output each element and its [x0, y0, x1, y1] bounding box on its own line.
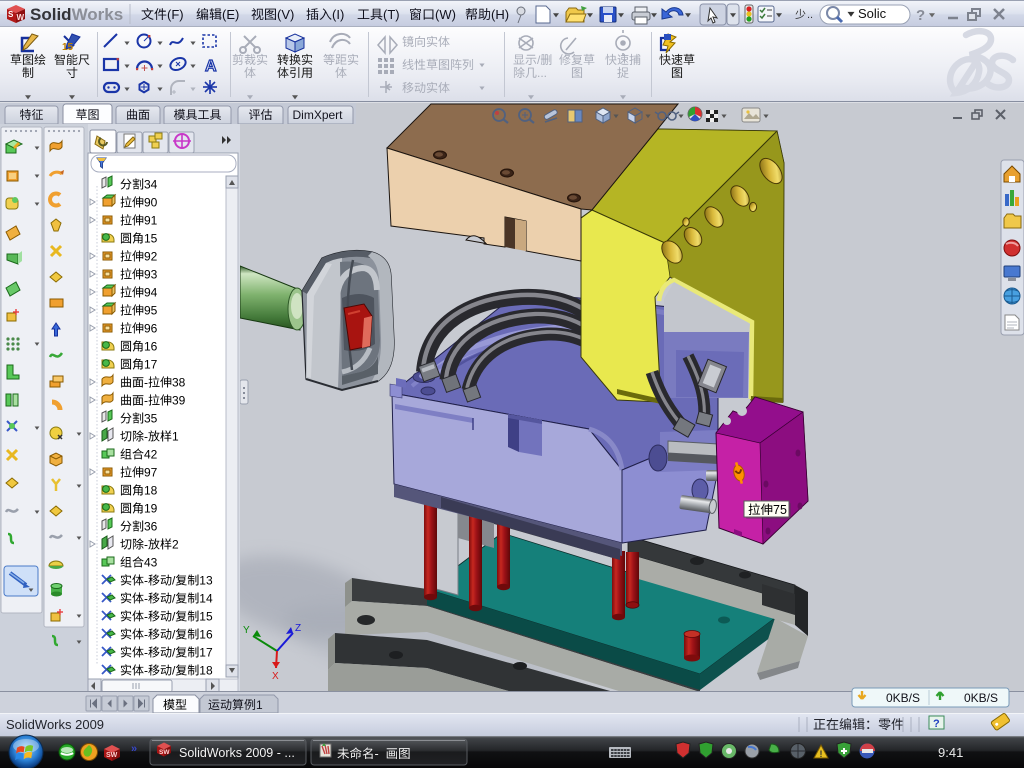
svg-text:97: 97 — [144, 466, 158, 480]
svg-text:1: 1 — [256, 698, 263, 712]
svg-text:DimXpert: DimXpert — [293, 108, 344, 122]
svg-text:9:41: 9:41 — [938, 745, 963, 760]
svg-text:14: 14 — [199, 592, 213, 606]
svg-text:(W): (W) — [435, 7, 456, 22]
svg-text:15: 15 — [62, 42, 74, 53]
svg-text:0KB/S: 0KB/S — [886, 691, 920, 705]
svg-text:17: 17 — [144, 358, 158, 372]
svg-text:-: - — [144, 628, 148, 642]
svg-text:S: S — [8, 10, 14, 19]
svg-text:16: 16 — [199, 628, 213, 642]
svg-text:A: A — [205, 58, 217, 75]
svg-text:91: 91 — [144, 214, 158, 228]
svg-text:-: - — [144, 394, 148, 408]
svg-text:..: .. — [807, 9, 813, 21]
svg-text:43: 43 — [144, 556, 158, 570]
svg-text:SolidWorks: SolidWorks — [30, 5, 123, 24]
svg-text:95: 95 — [144, 304, 158, 318]
svg-text:1: 1 — [172, 430, 179, 444]
svg-text:17: 17 — [199, 646, 213, 660]
svg-text:92: 92 — [144, 250, 158, 264]
svg-text:-: - — [144, 592, 148, 606]
svg-text:0KB/S: 0KB/S — [964, 691, 998, 705]
svg-text:39: 39 — [172, 394, 186, 408]
svg-text:(E): (E) — [222, 7, 239, 22]
svg-text:18: 18 — [199, 664, 213, 678]
svg-text:-: - — [144, 430, 148, 444]
svg-text:(T): (T) — [383, 7, 400, 22]
svg-text:Z: Z — [295, 623, 301, 634]
svg-text:35: 35 — [144, 412, 158, 426]
svg-text:W: W — [17, 13, 25, 22]
svg-text:SolidWorks 2009: SolidWorks 2009 — [6, 717, 104, 732]
svg-text:!: ! — [820, 749, 823, 759]
svg-text:SW: SW — [106, 752, 118, 759]
svg-text:15: 15 — [199, 610, 213, 624]
svg-text:?: ? — [933, 718, 940, 730]
svg-text:Solic: Solic — [858, 6, 887, 21]
svg-text:96: 96 — [144, 322, 158, 336]
svg-text:34: 34 — [144, 178, 158, 192]
svg-text:X: X — [272, 671, 279, 682]
svg-text:»: » — [131, 743, 137, 755]
svg-text:...: ... — [537, 66, 547, 80]
svg-text:少: 少 — [795, 8, 806, 21]
svg-text:-: - — [144, 538, 148, 552]
svg-text:93: 93 — [144, 268, 158, 282]
svg-text:(V): (V) — [277, 7, 294, 22]
svg-text:(H): (H) — [491, 7, 509, 22]
svg-text:(F): (F) — [167, 7, 184, 22]
svg-text:-: - — [144, 664, 148, 678]
svg-text:Y: Y — [243, 625, 250, 636]
svg-text:-: - — [144, 610, 148, 624]
svg-text:SolidWorks 2009 - ...: SolidWorks 2009 - ... — [179, 746, 295, 760]
svg-text:13: 13 — [199, 574, 213, 588]
svg-text:15: 15 — [144, 232, 158, 246]
svg-text:SW: SW — [159, 749, 170, 756]
svg-text:(I): (I) — [332, 7, 344, 22]
svg-text:-: - — [144, 646, 148, 660]
svg-text:75: 75 — [773, 503, 787, 517]
svg-text:18: 18 — [144, 484, 158, 498]
svg-text:42: 42 — [144, 448, 158, 462]
svg-text:19: 19 — [144, 502, 158, 516]
svg-text:2: 2 — [172, 538, 179, 552]
svg-text:16: 16 — [144, 340, 158, 354]
svg-text:?: ? — [916, 7, 925, 24]
svg-text:-: - — [144, 574, 148, 588]
svg-text:94: 94 — [144, 286, 158, 300]
svg-text:38: 38 — [172, 376, 186, 390]
svg-text:-: - — [375, 747, 379, 761]
svg-text:-: - — [144, 376, 148, 390]
svg-text:90: 90 — [144, 196, 158, 210]
svg-text:36: 36 — [144, 520, 158, 534]
